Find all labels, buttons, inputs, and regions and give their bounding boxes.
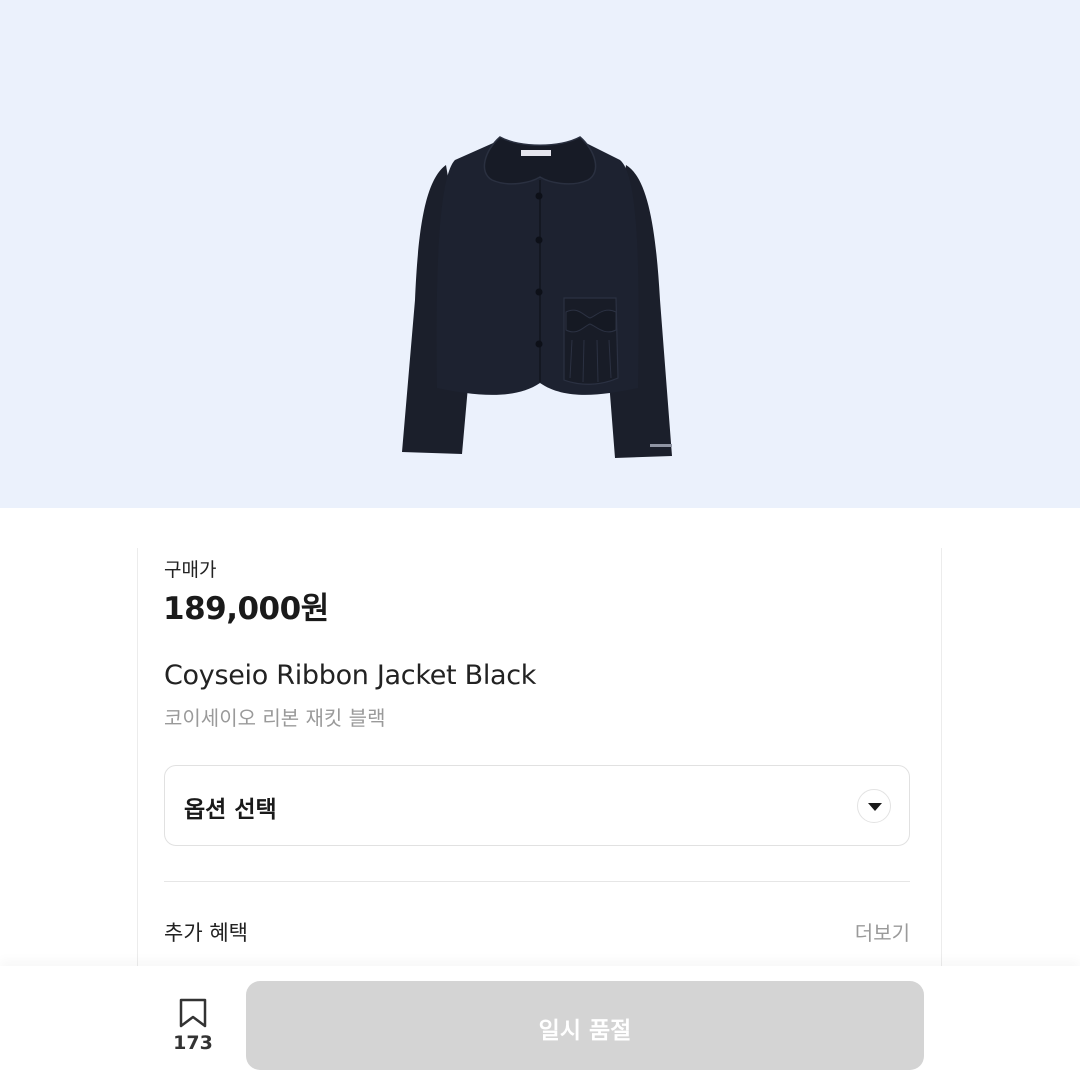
- product-name-korean: 코이세이오 리본 재킷 블랙: [164, 706, 386, 730]
- product-image[interactable]: [0, 0, 1080, 508]
- option-select-label: 옵션 선택: [184, 797, 277, 823]
- chevron-down-icon[interactable]: [857, 789, 891, 823]
- option-select-dropdown[interactable]: 옵션 선택: [164, 765, 910, 846]
- bookmark-button[interactable]: 173: [165, 996, 221, 1056]
- more-link[interactable]: 더보기: [855, 917, 910, 946]
- bookmark-icon: [179, 998, 207, 1028]
- soldout-button-label: 일시 품절: [538, 1018, 632, 1044]
- jacket-illustration: [402, 136, 672, 458]
- price-value: 189,000원: [163, 591, 329, 627]
- product-name-english: Coyseio Ribbon Jacket Black: [164, 660, 537, 691]
- bookmark-count: 173: [173, 1032, 213, 1054]
- additional-benefits-label: 추가 혜택: [164, 921, 248, 945]
- section-divider: [164, 881, 910, 882]
- price-label: 구매가: [164, 559, 217, 581]
- temporarily-soldout-button[interactable]: 일시 품절: [246, 981, 924, 1070]
